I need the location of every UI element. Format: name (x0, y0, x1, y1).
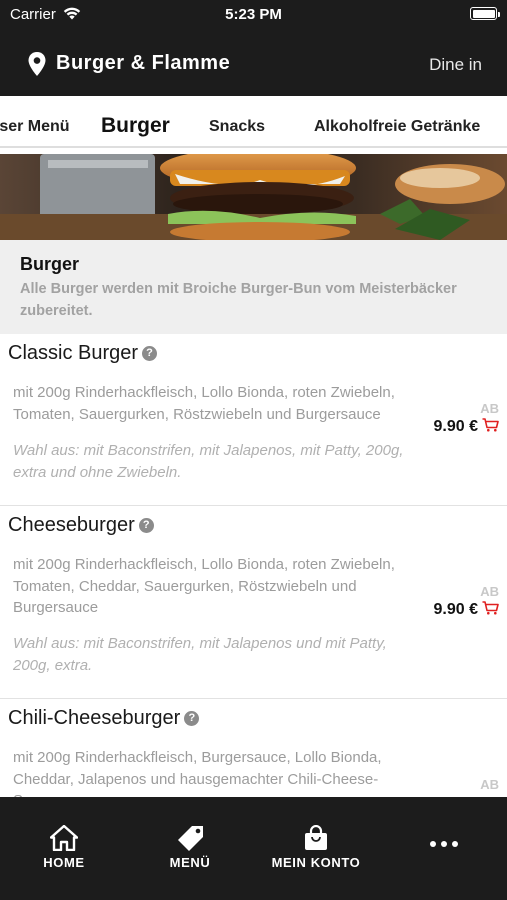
nav-mein-konto[interactable]: MEIN KONTO (266, 825, 366, 870)
item-description: mit 200g Rinderhackfleisch, Lollo Bionda… (13, 556, 395, 616)
item-options: Wahl aus: mit Baconstrifen, mit Jalapeno… (13, 442, 404, 481)
price-prefix: AB (480, 777, 499, 792)
category-info: Burger Alle Burger werden mit Broiche Bu… (0, 240, 507, 334)
bottom-navigation: HOME MENÜ MEIN KONTO (0, 797, 507, 900)
price-and-cart[interactable]: 9.90 € (434, 601, 499, 619)
item-description: mit 200g Rinderhackfleisch, Burgersauce,… (13, 749, 382, 798)
nav-home[interactable]: HOME (14, 825, 114, 870)
item-description: mit 200g Rinderhackfleisch, Lollo Bionda… (13, 384, 395, 423)
dine-in-button[interactable]: Dine in (429, 55, 482, 75)
price-prefix: AB (480, 401, 499, 416)
help-icon[interactable]: ? (142, 346, 158, 361)
tab-burger[interactable]: Burger (101, 114, 170, 138)
location-pin-icon[interactable] (28, 52, 46, 76)
nav-label: HOME (43, 855, 85, 870)
menu-item-chili-cheeseburger[interactable]: Chili-Cheeseburger? mit 200g Rinderhackf… (0, 699, 507, 799)
price-prefix: AB (480, 584, 499, 599)
item-name: Classic Burger (8, 342, 139, 364)
restaurant-name[interactable]: Burger & Flamme (56, 52, 230, 75)
nav-menu[interactable]: MENÜ (140, 825, 240, 870)
home-icon (50, 825, 78, 851)
menu-item-classic-burger[interactable]: Classic Burger? mit 200g Rinderhackfleis… (0, 334, 507, 506)
nav-label: MEIN KONTO (271, 855, 361, 870)
status-time: 5:23 PM (225, 6, 282, 23)
help-icon[interactable]: ? (184, 711, 200, 726)
item-name-wrapper: Chili-Cheeseburger? (8, 707, 200, 730)
item-name: Chili-Cheeseburger (8, 707, 181, 729)
cart-icon[interactable] (482, 418, 499, 432)
category-hero-image (0, 154, 507, 240)
item-price: 9.90 € (433, 418, 478, 435)
status-bar: Carrier 5:23 PM (0, 0, 507, 30)
item-name-wrapper: Classic Burger? (8, 342, 158, 365)
more-dots-icon[interactable] (429, 839, 459, 849)
item-options: Wahl aus: mit Baconstrifen, mit Jalapeno… (13, 635, 387, 674)
tab-unser-menu[interactable]: Unser Menü (0, 118, 70, 136)
tag-icon (178, 826, 203, 851)
tab-snacks[interactable]: Snacks (209, 118, 265, 136)
shopping-bag-icon (305, 825, 327, 850)
app-header: Burger & Flamme Dine in (0, 38, 507, 88)
help-icon[interactable]: ? (138, 518, 154, 533)
price-and-cart[interactable]: 9.90 € (434, 418, 499, 436)
category-tabs: Unser Menü Burger Snacks Alkoholfreie Ge… (0, 96, 507, 148)
menu-item-cheeseburger[interactable]: Cheeseburger? mit 200g Rinderhackfleisch… (0, 506, 507, 699)
item-name: Cheeseburger (8, 514, 135, 536)
item-price: 9.90 € (433, 601, 478, 618)
tab-alkoholfreie-getraenke[interactable]: Alkoholfreie Getränke (314, 118, 480, 136)
category-title: Burger (20, 254, 80, 274)
battery-icon (470, 7, 500, 20)
item-name-wrapper: Cheeseburger? (8, 514, 154, 537)
top-bar: Carrier 5:23 PM Burger & Flamme Dine in (0, 0, 507, 96)
category-description: Alle Burger werden mit Broiche Burger-Bu… (20, 281, 457, 319)
cart-icon[interactable] (482, 601, 499, 615)
nav-label: MENÜ (169, 855, 211, 870)
